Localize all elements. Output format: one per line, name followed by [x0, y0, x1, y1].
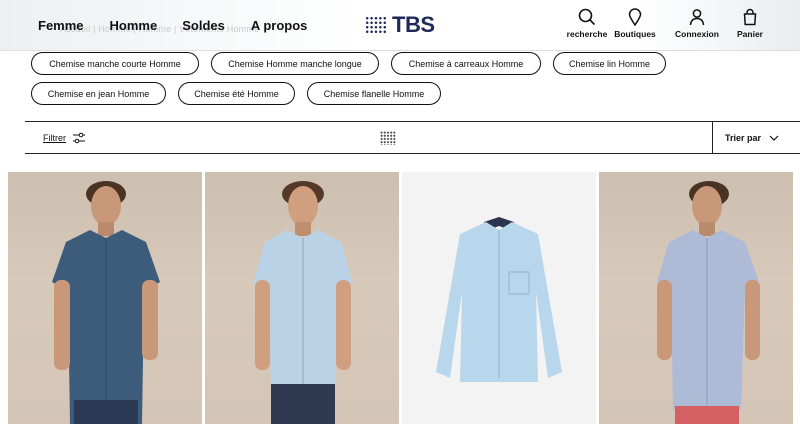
- listing-toolbar: Filtrer Trier par: [25, 121, 800, 154]
- product-image: [52, 181, 160, 424]
- product-card[interactable]: [8, 172, 202, 424]
- bag-icon: [743, 8, 757, 26]
- nav-item-soldes[interactable]: Soldes: [182, 18, 225, 33]
- product-card[interactable]: [402, 172, 596, 424]
- nav-item-a-propos[interactable]: A propos: [251, 18, 308, 33]
- site-header: Accueil | Homme | Homme | Vêtements Homm…: [0, 0, 800, 51]
- sliders-icon: [73, 132, 85, 144]
- logo-text: TBS: [392, 12, 435, 37]
- product-card[interactable]: [599, 172, 793, 424]
- login-label: Connexion: [675, 29, 719, 39]
- product-card[interactable]: [205, 172, 399, 424]
- login-button[interactable]: Connexion: [667, 8, 727, 39]
- user-icon: [689, 9, 705, 26]
- stores-button[interactable]: Boutiques: [605, 8, 665, 39]
- chip-chemise-manche-longue[interactable]: Chemise Homme manche longue: [211, 52, 379, 75]
- nav-item-homme[interactable]: Homme: [110, 18, 158, 33]
- product-image: [436, 217, 562, 382]
- chip-chemise-lin[interactable]: Chemise lin Homme: [553, 52, 666, 75]
- chip-chemise-flanelle[interactable]: Chemise flanelle Homme: [307, 82, 441, 105]
- product-grid: [8, 172, 800, 424]
- chip-chemise-jean[interactable]: Chemise en jean Homme: [31, 82, 166, 105]
- main-nav: Femme Homme Soldes A propos: [38, 18, 307, 33]
- grid-view-icon[interactable]: [380, 131, 396, 145]
- nav-item-femme[interactable]: Femme: [38, 18, 84, 33]
- filter-button[interactable]: Filtrer: [43, 132, 86, 144]
- product-image: [253, 181, 353, 424]
- location-pin-icon: [628, 8, 642, 26]
- logo-dots-icon: [365, 16, 387, 34]
- search-icon: [578, 8, 596, 26]
- filter-label: Filtrer: [43, 133, 66, 143]
- stores-label: Boutiques: [614, 29, 656, 39]
- chip-chemise-carreaux[interactable]: Chemise à carreaux Homme: [391, 52, 541, 75]
- chevron-down-icon: [769, 135, 779, 141]
- sort-label: Trier par: [725, 132, 762, 143]
- chip-chemise-ete[interactable]: Chemise été Homme: [178, 82, 295, 105]
- brand-logo[interactable]: TBS: [365, 14, 435, 36]
- product-image: [657, 181, 760, 424]
- cart-button[interactable]: Panier: [720, 8, 780, 39]
- chip-chemise-manche-courte[interactable]: Chemise manche courte Homme: [31, 52, 199, 75]
- cart-label: Panier: [737, 29, 763, 39]
- sort-dropdown[interactable]: Trier par: [712, 122, 800, 153]
